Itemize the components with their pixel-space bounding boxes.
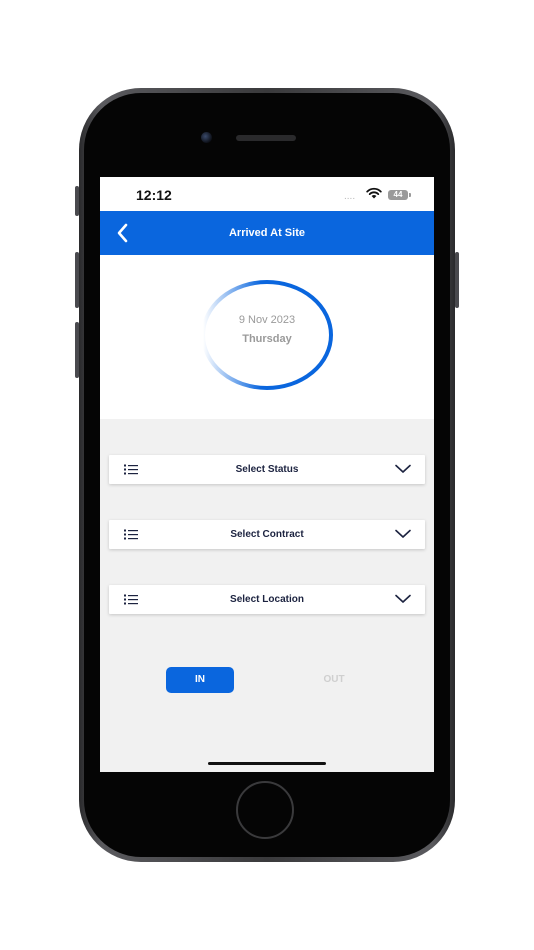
select-location-dropdown[interactable]: Select Location [109,585,425,614]
status-time: 12:12 [136,187,172,203]
out-button[interactable]: OUT [300,667,368,693]
chevron-down-icon [395,464,411,473]
list-icon [124,529,138,540]
volume-down-button [75,322,79,378]
home-indicator [208,762,326,765]
front-camera [201,132,212,143]
app-screen: 12:12 .... 44 Arrived At Site 9 Nov 2023… [100,177,434,772]
weekday-text: Thursday [242,333,292,345]
volume-up-button [75,252,79,308]
wifi-icon [366,187,382,199]
select-status-dropdown[interactable]: Select Status [109,455,425,484]
in-button[interactable]: IN [166,667,234,693]
date-card: 9 Nov 2023 Thursday [100,255,434,419]
chevron-down-icon [395,529,411,538]
list-icon [124,594,138,605]
select-status-label: Select Status [235,464,299,475]
chevron-down-icon [395,594,411,603]
power-button [455,252,459,308]
list-icon [124,464,138,475]
date-text: 9 Nov 2023 [238,314,296,326]
battery-icon: 44 [388,190,408,200]
page-title: Arrived At Site [228,227,305,239]
mute-switch [75,186,79,216]
status-bar: 12:12 .... 44 [100,177,434,211]
select-contract-label: Select Contract [230,529,304,540]
header-bar: Arrived At Site [100,211,434,255]
earpiece-speaker [236,135,296,141]
home-button[interactable] [236,781,294,839]
select-location-label: Select Location [230,594,304,605]
chevron-left-icon[interactable] [110,220,136,246]
select-contract-dropdown[interactable]: Select Contract [109,520,425,549]
cellular-signal-icon: .... [344,191,356,202]
battery-tip [409,193,411,197]
